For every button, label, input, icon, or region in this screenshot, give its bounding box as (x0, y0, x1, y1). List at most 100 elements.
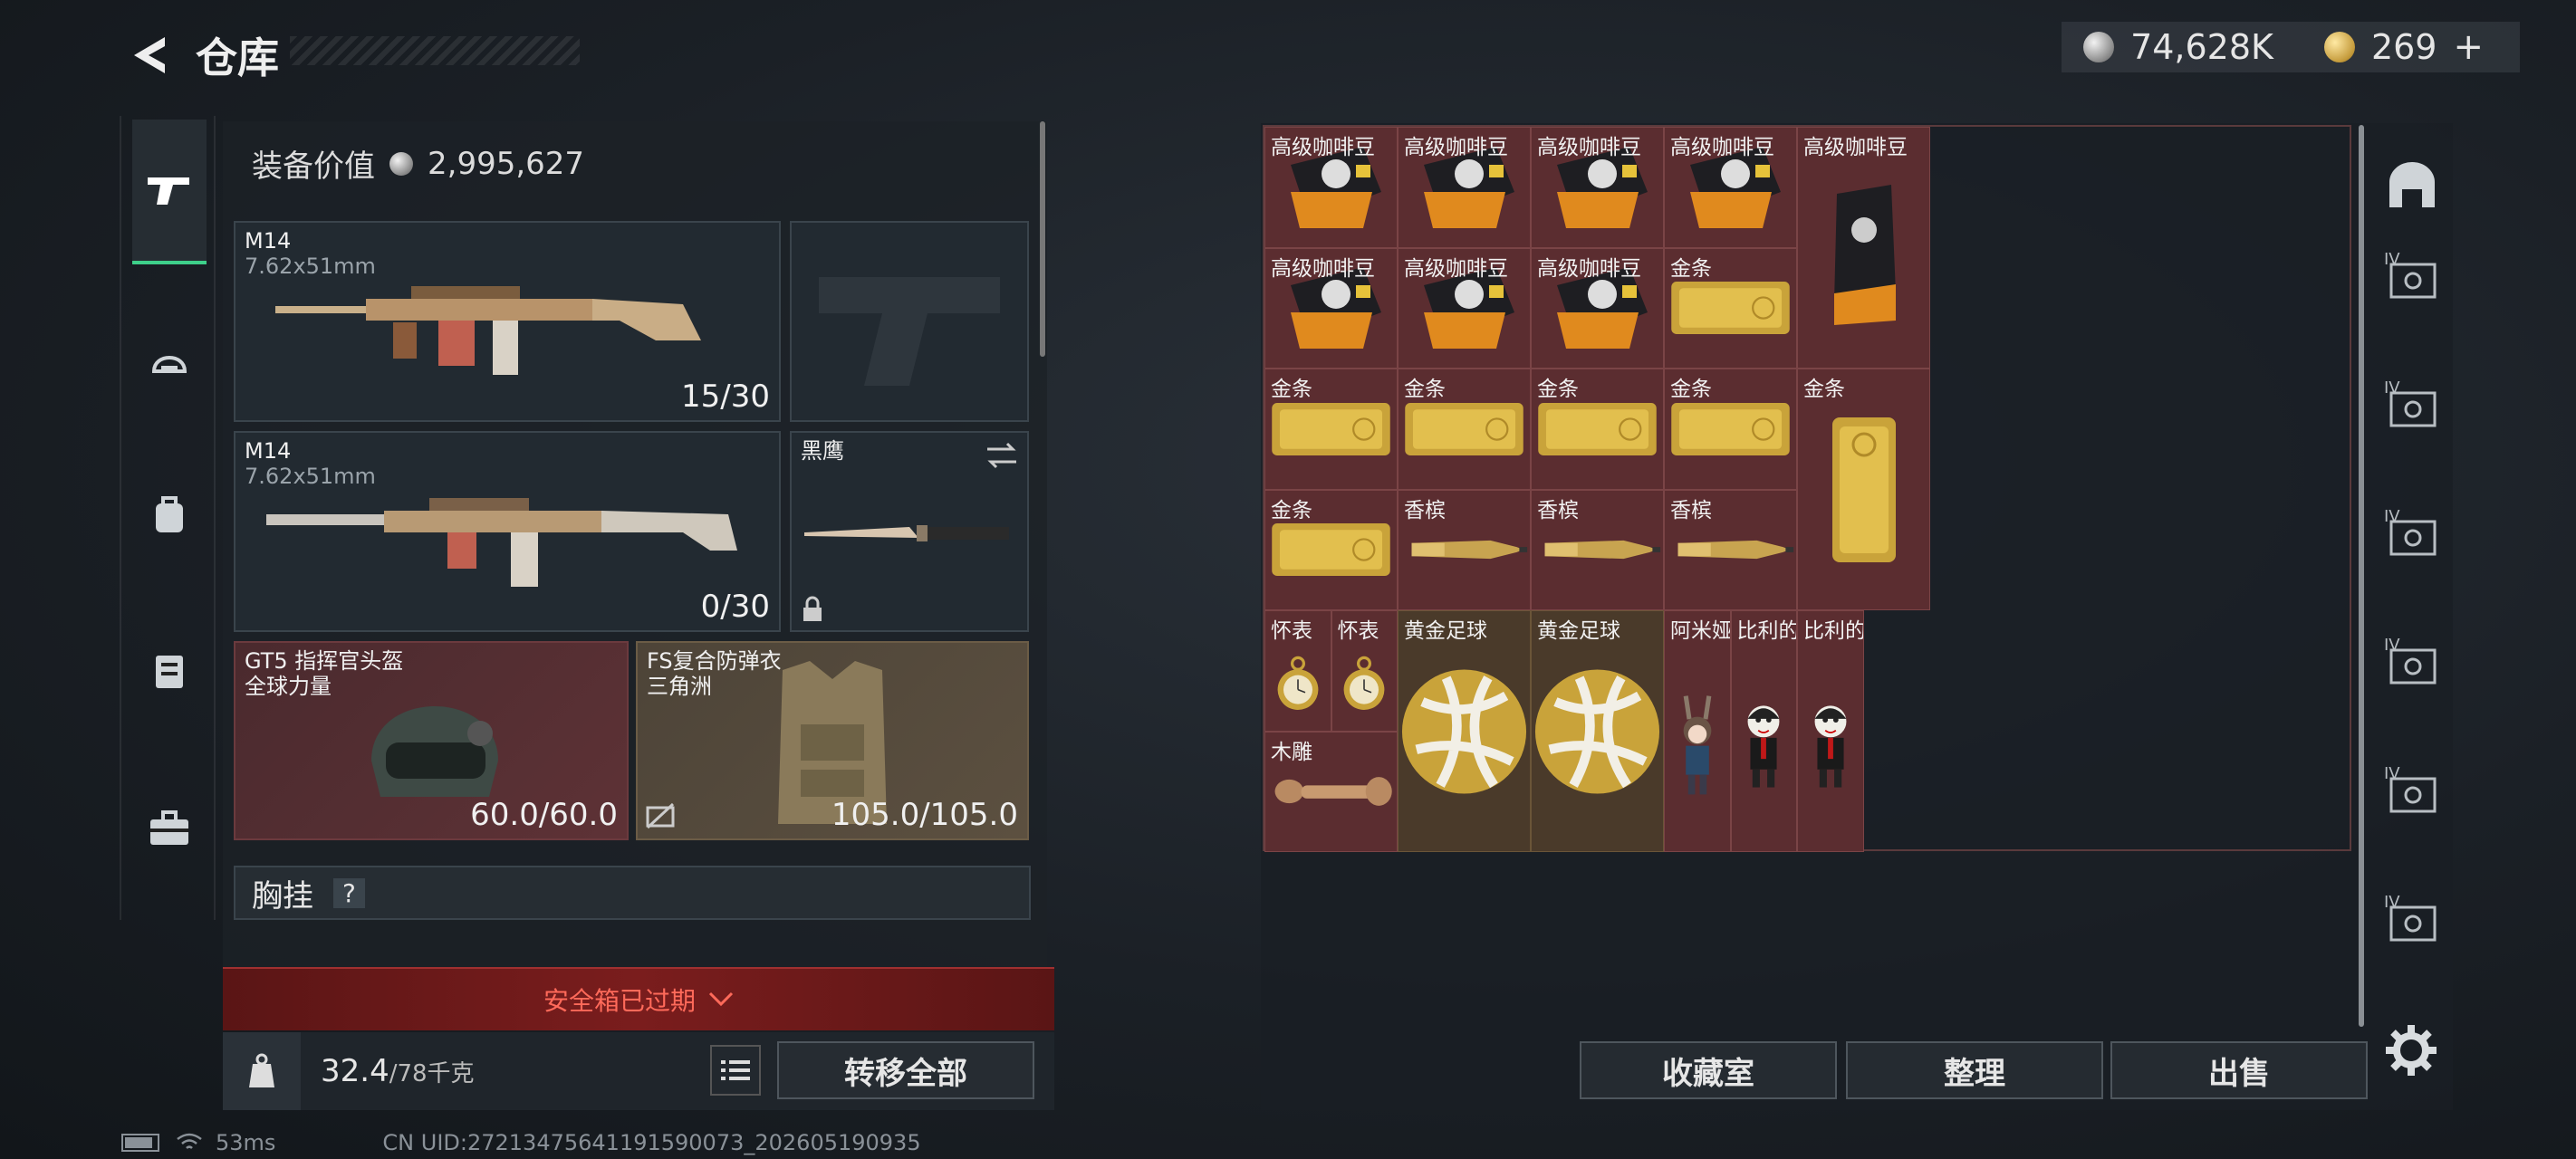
warehouse-item[interactable]: 阿米娅（… (1664, 610, 1731, 852)
melee-name: 黑鹰 (801, 438, 844, 464)
warehouse-item[interactable]: 香槟 (1664, 489, 1797, 610)
sell-button[interactable]: 出售 (2110, 1041, 2368, 1099)
warehouse-item[interactable]: 金条 (1398, 369, 1531, 490)
warehouse-tab-3[interactable]: IV (2382, 507, 2442, 567)
item-name: 金条 (1537, 378, 1579, 401)
safebox-expired-banner[interactable]: 安全箱已过期 (223, 967, 1054, 1030)
no-repair-icon (646, 802, 675, 829)
back-arrow-icon[interactable] (127, 34, 170, 77)
primary-weapon-slot-1[interactable]: M14 7.62x51mm 15/30 (234, 221, 781, 422)
inventory-footer: 32.4/78千克 转移全部 (223, 1032, 1054, 1110)
coffee-tall-item-image (1798, 128, 1929, 368)
warehouse-item[interactable]: 高级咖啡豆 (1797, 127, 1930, 369)
equipment-value: 装备价值 2,995,627 (252, 141, 584, 186)
ball-item-image (1399, 611, 1530, 851)
item-name: 比利的面… (1736, 619, 1797, 643)
chevron-down-icon (708, 991, 734, 1007)
warehouse-item[interactable]: 高级咖啡豆 (1398, 247, 1531, 369)
weight-icon (223, 1032, 301, 1110)
armor-durability: 105.0/105.0 (831, 797, 1018, 833)
warehouse-scrollbar[interactable] (2359, 125, 2364, 1027)
warehouse-item[interactable]: 香槟 (1398, 489, 1531, 610)
chest-rig-label: 胸挂 (252, 877, 313, 915)
secondary-weapon-slot[interactable] (790, 221, 1029, 422)
item-name: 比利的面… (1803, 619, 1863, 643)
warehouse-tab-4[interactable]: IV (2382, 636, 2442, 695)
pistol-silhouette-icon (819, 277, 1000, 386)
helmet-durability: 60.0/60.0 (470, 797, 618, 833)
tier-tag: IV (2384, 636, 2400, 655)
warehouse-item[interactable]: 高级咖啡豆 (1264, 127, 1398, 248)
puppet-item-image (1732, 611, 1797, 851)
settings-gear-icon[interactable] (2382, 1021, 2440, 1079)
warehouse-item[interactable]: 黄金足球 (1531, 610, 1664, 852)
carry-weight-max: /78千克 (389, 1060, 475, 1087)
equipment-scrollbar[interactable] (1040, 121, 1045, 357)
warehouse-item[interactable]: 高级咖啡豆 (1531, 127, 1664, 248)
item-name: 高级咖啡豆 (1670, 136, 1774, 159)
warehouse-tab-5[interactable]: IV (2382, 764, 2442, 824)
rail-weapons[interactable] (132, 120, 207, 264)
item-name: 黄金足球 (1537, 619, 1620, 643)
backpack-icon (156, 496, 183, 532)
item-name: 香槟 (1404, 498, 1446, 522)
safebox-status: 安全箱已过期 (543, 986, 696, 1016)
gold-amount: 269 (2370, 27, 2437, 67)
rail-helmet[interactable] (132, 324, 207, 398)
swap-icon[interactable] (985, 442, 1018, 469)
tier-tag: IV (2384, 893, 2400, 912)
knife-image (804, 525, 1009, 541)
warehouse-item[interactable]: 高级咖啡豆 (1398, 127, 1531, 248)
sort-button[interactable]: 整理 (1846, 1041, 2103, 1099)
currency-bar: 74,628K 269 + (2062, 22, 2520, 72)
warehouse-item[interactable]: 高级咖啡豆 (1664, 127, 1797, 248)
list-view-button[interactable] (710, 1045, 761, 1096)
warehouse-tab-1[interactable]: IV (2382, 250, 2442, 310)
add-gold-button[interactable]: + (2453, 26, 2484, 68)
melee-slot[interactable]: 黑鹰 (790, 431, 1029, 632)
chest-rig-header[interactable]: 胸挂 ? (234, 866, 1031, 920)
item-name: 高级咖啡豆 (1537, 256, 1641, 281)
gold-tall-item-image (1798, 369, 1929, 609)
warehouse-item[interactable]: 金条 (1264, 369, 1398, 490)
gold-coin-icon (2323, 32, 2355, 62)
warehouse-item[interactable]: 比利的面… (1730, 610, 1797, 852)
warehouse-tab-2[interactable]: IV (2382, 378, 2442, 438)
helmet-slot[interactable]: GT5 指挥官头盔 全球力量 60.0/60.0 (234, 641, 629, 840)
rail-backpack[interactable] (132, 478, 207, 552)
warehouse-item[interactable]: 金条 (1797, 369, 1930, 610)
warehouse-item[interactable]: 金条 (1664, 247, 1797, 369)
item-name: 高级咖啡豆 (1537, 136, 1641, 159)
warehouse-item[interactable]: 怀表 (1331, 610, 1398, 732)
primary-weapon-slot-2[interactable]: M14 7.62x51mm 0/30 (234, 431, 781, 632)
user-uid: CN UID:27213475641191590073_202605190935 (382, 1130, 921, 1155)
armor-slot[interactable]: FS复合防弹衣 三角洲 105.0/105.0 (636, 641, 1029, 840)
list-icon (721, 1060, 750, 1080)
collection-button[interactable]: 收藏室 (1580, 1041, 1837, 1099)
warehouse-item[interactable]: 比利的面… (1797, 610, 1864, 852)
warehouse-home-tab[interactable] (2382, 156, 2442, 216)
warehouse-item[interactable]: 金条 (1264, 489, 1398, 610)
vest-icon (156, 656, 183, 688)
item-name: 高级咖啡豆 (1803, 136, 1908, 159)
transfer-all-button[interactable]: 转移全部 (777, 1041, 1034, 1099)
help-icon[interactable]: ? (333, 877, 365, 908)
warehouse-item[interactable]: 怀表 (1264, 610, 1331, 732)
warehouse-item[interactable]: 高级咖啡豆 (1531, 247, 1664, 369)
warehouse-item[interactable]: 黄金足球 (1398, 610, 1531, 852)
warehouse-item[interactable]: 香槟 (1531, 489, 1664, 610)
lock-icon (803, 596, 822, 621)
page-title: 仓库 (196, 34, 279, 82)
weapon-name: M14 (245, 438, 292, 464)
rail-vest[interactable] (132, 634, 207, 708)
warehouse-item[interactable]: 金条 (1664, 369, 1797, 490)
ammo-count: 0/30 (700, 589, 770, 625)
warehouse-item[interactable]: 木雕 (1264, 731, 1398, 852)
item-name: 黄金足球 (1404, 619, 1487, 643)
tier-tag: IV (2384, 250, 2400, 269)
warehouse-item[interactable]: 高级咖啡豆 (1264, 247, 1398, 369)
item-name: 高级咖啡豆 (1271, 256, 1375, 281)
rail-toolbox[interactable] (132, 791, 207, 866)
warehouse-item[interactable]: 金条 (1531, 369, 1664, 490)
warehouse-tab-6[interactable]: IV (2382, 893, 2442, 953)
